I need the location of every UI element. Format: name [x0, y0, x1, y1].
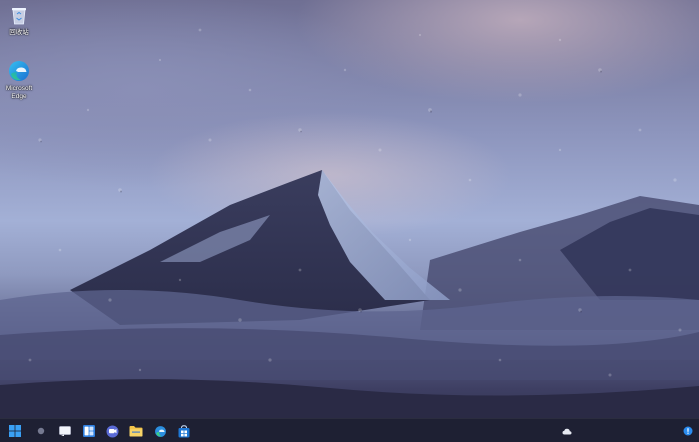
desktop-icon-label: Microsoft Edge — [5, 85, 33, 100]
taskbar — [0, 418, 699, 442]
search-icon — [37, 427, 45, 435]
store-icon — [178, 424, 190, 437]
taskbar-task-view-button[interactable] — [56, 422, 74, 440]
taskbar-search-button[interactable] — [32, 422, 50, 440]
folder-icon — [129, 426, 143, 437]
wallpaper-raindrops — [28, 28, 682, 377]
desktop-icon-label: 回收站 — [9, 29, 29, 36]
chat-icon — [106, 425, 118, 437]
taskbar-file-explorer-button[interactable] — [127, 422, 145, 440]
notification-icon — [683, 426, 693, 436]
widgets-icon — [83, 425, 95, 437]
windows-start-icon — [9, 425, 21, 437]
desktop[interactable]: 回收站 Microsoft Edge — [0, 0, 699, 442]
desktop-icon-edge[interactable]: Microsoft Edge — [0, 59, 38, 100]
tray-notification-button[interactable] — [679, 422, 697, 440]
taskbar-chat-button[interactable] — [103, 422, 121, 440]
cloud-icon — [562, 428, 572, 434]
taskbar-edge-button[interactable] — [151, 422, 169, 440]
taskbar-widgets-button[interactable] — [80, 422, 98, 440]
taskbar-store-button[interactable] — [175, 422, 193, 440]
tray-weather-button[interactable] — [558, 422, 576, 440]
edge-icon — [7, 59, 31, 83]
recycle-bin-icon — [7, 3, 31, 27]
edge-icon — [154, 425, 166, 437]
taskbar-start-button[interactable] — [6, 422, 24, 440]
desktop-icon-recycle-bin[interactable]: 回收站 — [0, 3, 38, 37]
task-view-icon — [59, 425, 71, 436]
